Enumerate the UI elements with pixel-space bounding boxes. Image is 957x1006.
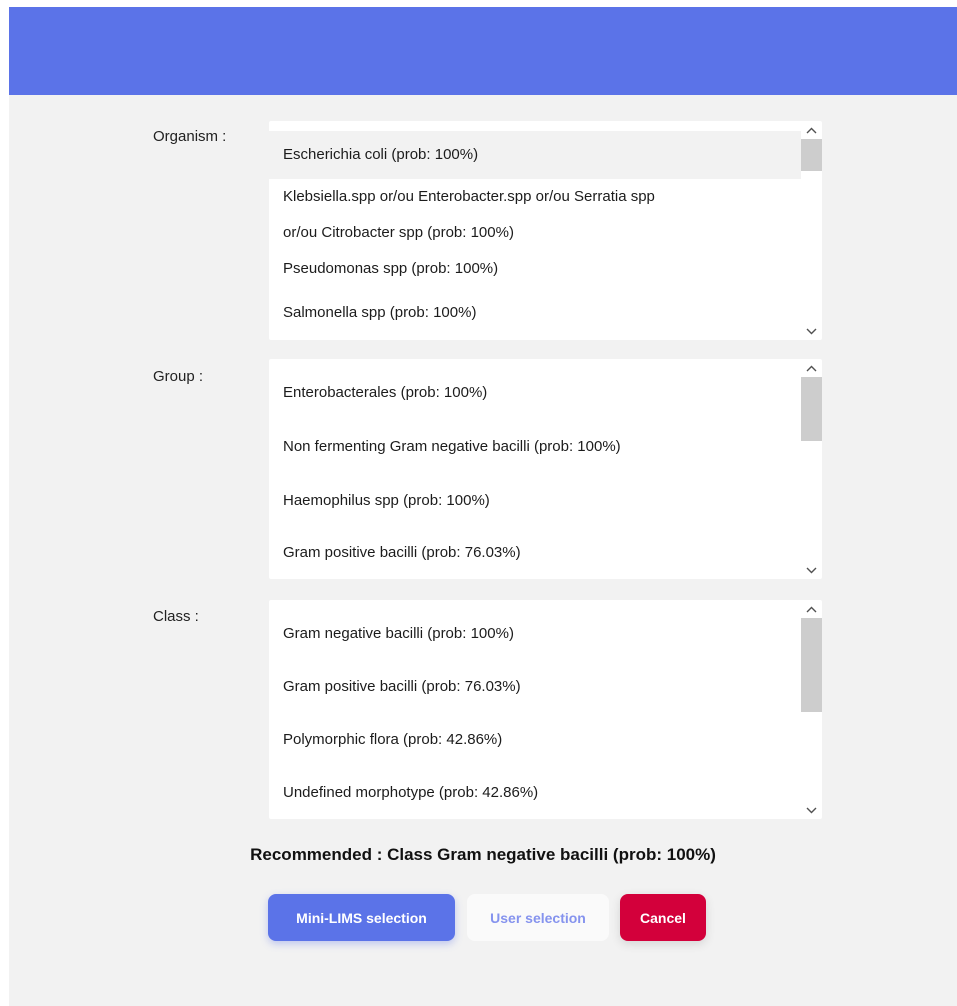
chevron-up-icon[interactable] — [801, 600, 822, 618]
group-label: Group : — [153, 368, 204, 385]
chevron-up-icon[interactable] — [801, 121, 822, 139]
class-listbox[interactable]: Gram negative bacilli (prob: 100%) Gram … — [269, 600, 822, 819]
selection-dialog: Organism : Escherichia coli (prob: 100%)… — [9, 7, 957, 1006]
group-option[interactable]: Non fermenting Gram negative bacilli (pr… — [269, 425, 801, 469]
organism-scrollbar-thumb[interactable] — [801, 139, 822, 171]
group-scrollbar-thumb[interactable] — [801, 377, 822, 441]
group-option[interactable]: Haemophilus spp (prob: 100%) — [269, 479, 801, 523]
group-option[interactable]: Enterobacterales (prob: 100%) — [269, 371, 801, 415]
class-option[interactable]: Polymorphic flora (prob: 42.86%) — [269, 718, 801, 762]
organism-option[interactable]: Klebsiella.spp or/ou Enterobacter.spp or… — [269, 179, 801, 215]
chevron-down-icon[interactable] — [801, 561, 822, 579]
chevron-down-icon[interactable] — [801, 322, 822, 340]
dialog-header — [9, 7, 957, 95]
organism-option[interactable]: Escherichia coli (prob: 100%) — [269, 131, 801, 179]
user-selection-button[interactable]: User selection — [467, 894, 609, 941]
class-scrollbar-thumb[interactable] — [801, 618, 822, 712]
cancel-button[interactable]: Cancel — [620, 894, 706, 941]
chevron-up-icon[interactable] — [801, 359, 822, 377]
organism-option[interactable]: Pseudomonas spp (prob: 100%) — [269, 251, 801, 287]
group-option[interactable]: Gram positive bacilli (prob: 76.03%) — [269, 531, 801, 575]
recommendation-text: Recommended : Class Gram negative bacill… — [250, 845, 716, 864]
organism-label: Organism : — [153, 128, 227, 145]
class-option[interactable]: Gram negative bacilli (prob: 100%) — [269, 612, 801, 656]
group-listbox[interactable]: Enterobacterales (prob: 100%) Non fermen… — [269, 359, 822, 579]
organism-option[interactable]: Salmonella spp (prob: 100%) — [269, 293, 801, 333]
class-option[interactable]: Gram positive bacilli (prob: 76.03%) — [269, 665, 801, 709]
organism-listbox[interactable]: Escherichia coli (prob: 100%) Klebsiella… — [269, 121, 822, 340]
mini-lims-selection-button[interactable]: Mini-LIMS selection — [268, 894, 455, 941]
class-label: Class : — [153, 608, 199, 625]
class-option[interactable]: Undefined morphotype (prob: 42.86%) — [269, 771, 801, 815]
organism-option[interactable]: or/ou Citrobacter spp (prob: 100%) — [269, 215, 801, 251]
chevron-down-icon[interactable] — [801, 801, 822, 819]
